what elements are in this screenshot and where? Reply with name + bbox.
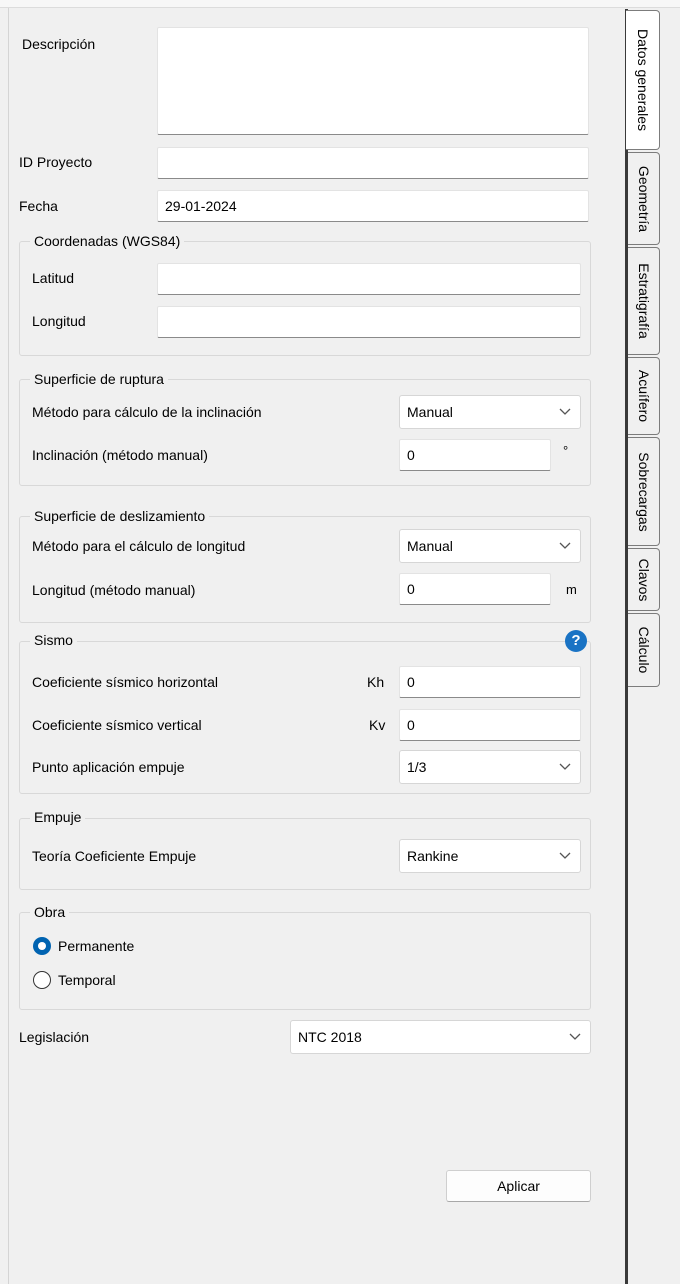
teoria-empuje-value: Rankine bbox=[407, 848, 459, 864]
deslizamiento-metodo-label: Método para el cálculo de longitud bbox=[32, 538, 246, 554]
deslizamiento-metodo-select[interactable]: Manual bbox=[399, 529, 581, 563]
chevron-down-icon bbox=[559, 542, 571, 549]
latitud-input[interactable] bbox=[157, 263, 581, 295]
tab-sobrecargas[interactable]: Sobrecargas bbox=[628, 437, 660, 546]
obra-title: Obra bbox=[30, 903, 70, 921]
chevron-down-icon bbox=[559, 408, 571, 415]
ruptura-metodo-select[interactable]: Manual bbox=[399, 395, 581, 429]
inclinacion-label: Inclinación (método manual) bbox=[32, 447, 208, 463]
chevron-down-icon bbox=[569, 1033, 581, 1040]
datos-generales-panel: Descripción ID Proyecto Fecha 29-01-2024… bbox=[10, 9, 626, 1284]
kv-input[interactable]: 0 bbox=[399, 709, 581, 741]
descripcion-textarea[interactable] bbox=[157, 27, 589, 135]
kh-input[interactable]: 0 bbox=[399, 666, 581, 698]
aplicar-button[interactable]: Aplicar bbox=[446, 1170, 591, 1202]
ruptura-metodo-value: Manual bbox=[407, 404, 453, 420]
legislacion-value: NTC 2018 bbox=[298, 1029, 362, 1045]
tab-label: Estratigrafía bbox=[635, 263, 652, 339]
deslizamiento-metodo-value: Manual bbox=[407, 538, 453, 554]
coordenadas-title: Coordenadas (WGS84) bbox=[30, 232, 185, 250]
meter-unit: m bbox=[566, 582, 577, 597]
fecha-label: Fecha bbox=[19, 198, 58, 214]
longitud-manual-label: Longitud (método manual) bbox=[32, 582, 196, 598]
degree-unit: ° bbox=[563, 443, 569, 458]
tab-label: Clavos bbox=[635, 558, 652, 601]
tab-label: Acuífero bbox=[635, 369, 652, 423]
tab-label: Datos generales bbox=[634, 29, 651, 131]
teoria-empuje-label: Teoría Coeficiente Empuje bbox=[32, 848, 197, 864]
kh-label: Coeficiente sísmico horizontal bbox=[32, 674, 218, 690]
tab-label: Sobrecargas bbox=[635, 451, 652, 532]
ruptura-metodo-label: Método para cálculo de la inclinación bbox=[32, 404, 262, 420]
tab-acuifero[interactable]: Acuífero bbox=[628, 357, 660, 435]
kv-symbol: Kv bbox=[369, 717, 386, 733]
chevron-down-icon bbox=[559, 763, 571, 770]
latitud-label: Latitud bbox=[32, 270, 75, 286]
tab-label: Geometría bbox=[635, 165, 652, 232]
help-icon[interactable]: ? bbox=[565, 630, 587, 652]
tab-geometria[interactable]: Geometría bbox=[628, 152, 660, 245]
permanente-radio[interactable] bbox=[33, 937, 51, 955]
tab-calculo[interactable]: Cálculo bbox=[628, 613, 660, 687]
left-edge bbox=[0, 8, 9, 1284]
descripcion-label: Descripción bbox=[22, 36, 96, 52]
punto-aplicacion-value: 1/3 bbox=[407, 759, 427, 775]
longitud-input[interactable] bbox=[157, 306, 581, 338]
ruptura-title: Superficie de ruptura bbox=[30, 370, 168, 388]
empuje-title: Empuje bbox=[30, 808, 86, 826]
temporal-label[interactable]: Temporal bbox=[58, 971, 116, 989]
legislacion-select[interactable]: NTC 2018 bbox=[290, 1020, 591, 1054]
tab-label: Cálculo bbox=[635, 626, 652, 674]
obra-group bbox=[19, 912, 591, 1010]
kv-label: Coeficiente sísmico vertical bbox=[32, 717, 202, 733]
chevron-down-icon bbox=[559, 852, 571, 859]
longitud-manual-input[interactable]: 0 bbox=[399, 573, 551, 605]
window-top-strip bbox=[0, 0, 680, 8]
id-proyecto-label: ID Proyecto bbox=[19, 154, 93, 170]
deslizamiento-title: Superficie de deslizamiento bbox=[30, 507, 210, 525]
punto-aplicacion-label: Punto aplicación empuje bbox=[32, 759, 185, 775]
id-proyecto-input[interactable] bbox=[157, 147, 589, 179]
tab-datos-generales[interactable]: Datos generales bbox=[626, 10, 660, 150]
coordenadas-group bbox=[19, 241, 591, 356]
fecha-input[interactable]: 29-01-2024 bbox=[157, 190, 589, 222]
tab-clavos[interactable]: Clavos bbox=[628, 548, 660, 611]
tab-estratigrafia[interactable]: Estratigrafía bbox=[628, 247, 660, 355]
permanente-label[interactable]: Permanente bbox=[58, 937, 134, 955]
punto-aplicacion-select[interactable]: 1/3 bbox=[399, 750, 581, 784]
teoria-empuje-select[interactable]: Rankine bbox=[399, 839, 581, 873]
longitud-label: Longitud bbox=[32, 313, 86, 329]
inclinacion-input[interactable]: 0 bbox=[399, 439, 551, 471]
sismo-title: Sismo bbox=[30, 631, 77, 649]
kh-symbol: Kh bbox=[367, 674, 385, 690]
legislacion-label: Legislación bbox=[19, 1029, 90, 1045]
temporal-radio[interactable] bbox=[33, 971, 51, 989]
